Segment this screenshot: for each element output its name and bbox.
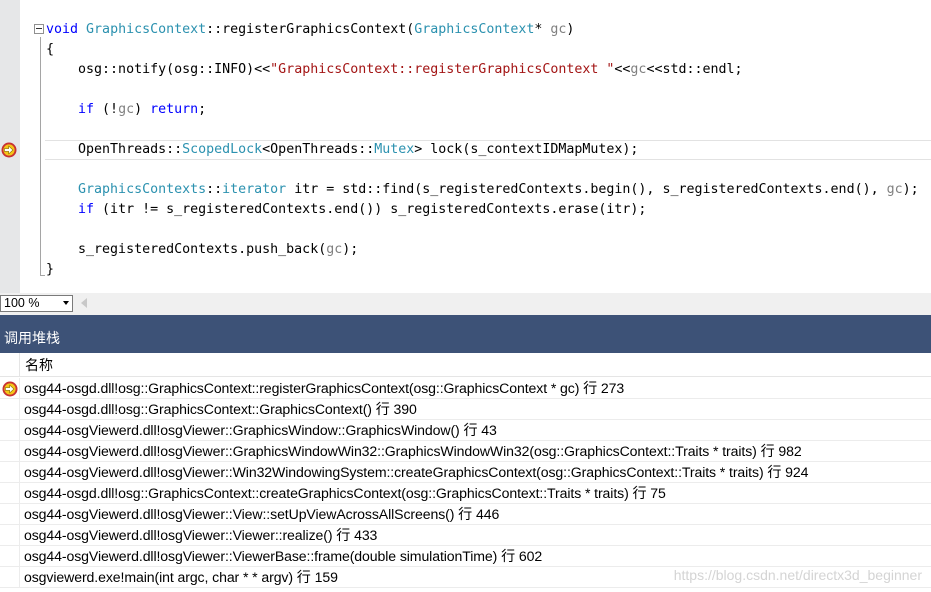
current-statement-arrow-icon — [2, 381, 18, 397]
zoom-value: 100 % — [4, 296, 40, 310]
call-stack-frame: osg44-osgViewerd.dll!osgViewer::View::se… — [24, 506, 500, 522]
call-stack-frame: osg44-osgViewerd.dll!osgViewer::Graphics… — [24, 443, 802, 459]
code-token: > lock(s_contextIDMapMutex); — [414, 142, 639, 157]
outline-end — [40, 275, 45, 276]
code-token: osg::notify(osg::INFO)<< — [78, 62, 271, 77]
code-token: gc — [886, 182, 903, 197]
code-line[interactable]: GraphicsContexts::iterator itr = std::fi… — [46, 180, 919, 200]
code-line[interactable]: OpenThreads::ScopedLock<OpenThreads::Mut… — [46, 140, 638, 160]
row-marker-cell — [0, 546, 20, 567]
collapse-toggle[interactable] — [34, 24, 44, 34]
code-token: <OpenThreads:: — [262, 142, 375, 157]
code-line[interactable]: { — [46, 40, 54, 60]
call-stack-row[interactable]: osg44-osgViewerd.dll!osgViewer::Graphics… — [0, 420, 931, 441]
code-token: gc — [118, 102, 135, 117]
code-token: * — [534, 22, 551, 37]
code-token: if — [78, 202, 95, 217]
code-token: ::registerGraphicsContext( — [206, 22, 415, 37]
code-token: GraphicsContext — [86, 22, 207, 37]
code-token: ); — [902, 182, 919, 197]
call-stack-frame: osgviewerd.exe!main(int argc, char * * a… — [24, 569, 338, 585]
call-stack-row[interactable]: osg44-osgd.dll!osg::GraphicsContext::reg… — [0, 378, 931, 399]
call-stack-frame: osg44-osgd.dll!osg::GraphicsContext::reg… — [24, 380, 625, 396]
call-stack-title-bar: 调用堆栈 — [0, 324, 931, 353]
call-stack-row[interactable]: osg44-osgViewerd.dll!osgViewer::View::se… — [0, 504, 931, 525]
current-statement-arrow-icon[interactable] — [1, 142, 17, 158]
row-marker-cell — [0, 504, 20, 525]
code-line[interactable]: if (itr != s_registeredContexts.end()) s… — [46, 200, 646, 220]
code-token: GraphicsContexts — [78, 182, 207, 197]
code-token: return — [150, 102, 199, 117]
code-token: ) — [134, 102, 151, 117]
call-stack-frame: osg44-osgViewerd.dll!osgViewer::Viewer::… — [24, 527, 378, 543]
code-token: gc — [630, 62, 647, 77]
outline-guide — [40, 37, 41, 275]
code-line[interactable]: osg::notify(osg::INFO)<<"GraphicsContext… — [46, 60, 743, 80]
code-token: if — [78, 102, 95, 117]
code-line[interactable]: if (!gc) return; — [46, 100, 206, 120]
call-stack-list[interactable]: osg44-osgd.dll!osg::GraphicsContext::reg… — [0, 378, 931, 592]
column-header[interactable]: 名称 — [0, 353, 931, 377]
call-stack-frame: osg44-osgViewerd.dll!osgViewer::Graphics… — [24, 422, 497, 438]
call-stack-frame: osg44-osgd.dll!osg::GraphicsContext::cre… — [24, 485, 666, 501]
code-token: itr = std::find(s_registeredContexts.beg… — [286, 182, 887, 197]
panel-title: 调用堆栈 — [4, 330, 60, 346]
marker-column-header — [0, 353, 20, 377]
watermark: https://blog.csdn.net/directx3d_beginner — [673, 567, 922, 583]
code-token: iterator — [222, 182, 287, 197]
row-marker-cell — [0, 441, 20, 462]
code-token: gc — [326, 242, 343, 257]
code-line[interactable]: s_registeredContexts.push_back(gc); — [46, 240, 358, 260]
code-token: { — [46, 42, 55, 57]
code-token: } — [46, 262, 55, 277]
chevron-down-icon[interactable] — [63, 301, 69, 305]
row-marker-cell — [0, 420, 20, 441]
call-stack-row[interactable]: osg44-osgViewerd.dll!osgViewer::ViewerBa… — [0, 546, 931, 567]
code-token: GraphicsContext — [414, 22, 535, 37]
code-token: "GraphicsContext::registerGraphicsContex… — [270, 62, 615, 77]
code-line[interactable]: void GraphicsContext::registerGraphicsCo… — [46, 20, 574, 40]
call-stack-frame: osg44-osgViewerd.dll!osgViewer::ViewerBa… — [24, 548, 543, 564]
row-marker-cell — [0, 525, 20, 546]
code-token: (! — [94, 102, 119, 117]
call-stack-row[interactable]: osg44-osgViewerd.dll!osgViewer::Viewer::… — [0, 525, 931, 546]
call-stack-frame: osg44-osgViewerd.dll!osgViewer::Win32Win… — [24, 464, 809, 480]
code-editor[interactable]: void GraphicsContext::registerGraphicsCo… — [0, 0, 931, 293]
code-token: ) — [566, 22, 575, 37]
code-token: << — [614, 62, 631, 77]
row-marker-cell — [0, 483, 20, 504]
code-token: ScopedLock — [182, 142, 263, 157]
call-stack-frame: osg44-osgd.dll!osg::GraphicsContext::Gra… — [24, 401, 417, 417]
call-stack-row[interactable]: osg44-osgViewerd.dll!osgViewer::Win32Win… — [0, 462, 931, 483]
code-token: ); — [342, 242, 359, 257]
code-token: :: — [206, 182, 223, 197]
call-stack-row[interactable]: osg44-osgd.dll!osg::GraphicsContext::Gra… — [0, 399, 931, 420]
scroll-left-arrow-icon[interactable] — [81, 298, 87, 308]
code-line[interactable]: } — [46, 260, 54, 280]
call-stack-row[interactable]: osg44-osgd.dll!osg::GraphicsContext::cre… — [0, 483, 931, 504]
column-header-name[interactable]: 名称 — [25, 353, 53, 377]
editor-status-strip: 100 % — [0, 293, 931, 315]
panel-splitter[interactable] — [0, 315, 931, 324]
row-marker-cell — [0, 567, 20, 588]
code-token: s_registeredContexts.push_back( — [78, 242, 327, 257]
row-marker-cell — [0, 462, 20, 483]
zoom-dropdown[interactable]: 100 % — [0, 295, 73, 312]
code-token: Mutex — [374, 142, 415, 157]
code-token: <<std::endl; — [646, 62, 743, 77]
code-token: (itr != s_registeredContexts.end()) s_re… — [94, 202, 647, 217]
code-token: OpenThreads:: — [78, 142, 183, 157]
code-token: void — [46, 22, 79, 37]
call-stack-row[interactable]: osg44-osgViewerd.dll!osgViewer::Graphics… — [0, 441, 931, 462]
row-marker-cell — [0, 399, 20, 420]
code-token: gc — [550, 22, 567, 37]
code-token: ; — [198, 102, 207, 117]
